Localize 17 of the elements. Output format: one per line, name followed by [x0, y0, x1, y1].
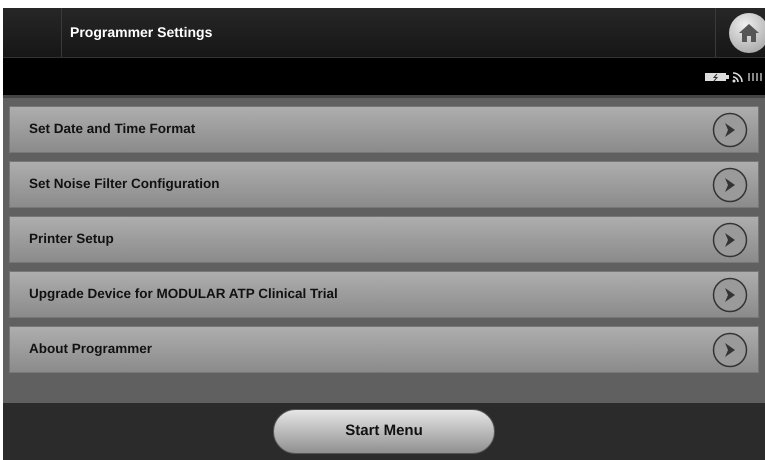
- chevron-right-icon: [712, 276, 748, 312]
- menu-item[interactable]: About Programmer: [9, 326, 759, 373]
- menu-item[interactable]: Set Date and Time Format: [9, 106, 759, 153]
- screen-title: Programmer Settings: [69, 23, 214, 42]
- menu-item[interactable]: Upgrade Device for MODULAR ATP Clinical Trial: [9, 271, 759, 318]
- chevron-right-icon: [712, 222, 748, 258]
- home-icon: [738, 22, 760, 42]
- start-menu-button[interactable]: Start Menu: [273, 409, 495, 454]
- chevron-right-icon: [712, 332, 748, 368]
- battery-icon: [705, 72, 729, 82]
- signal-bars-icon: [747, 72, 765, 82]
- wireless-signal-icon: [732, 70, 744, 82]
- chevron-right-icon: [712, 112, 748, 148]
- chevron-right-icon: [712, 166, 748, 202]
- menu-item[interactable]: Printer Setup: [9, 216, 759, 263]
- home-button[interactable]: [729, 12, 765, 52]
- menu-item[interactable]: Set Noise Filter Configuration: [9, 161, 759, 208]
